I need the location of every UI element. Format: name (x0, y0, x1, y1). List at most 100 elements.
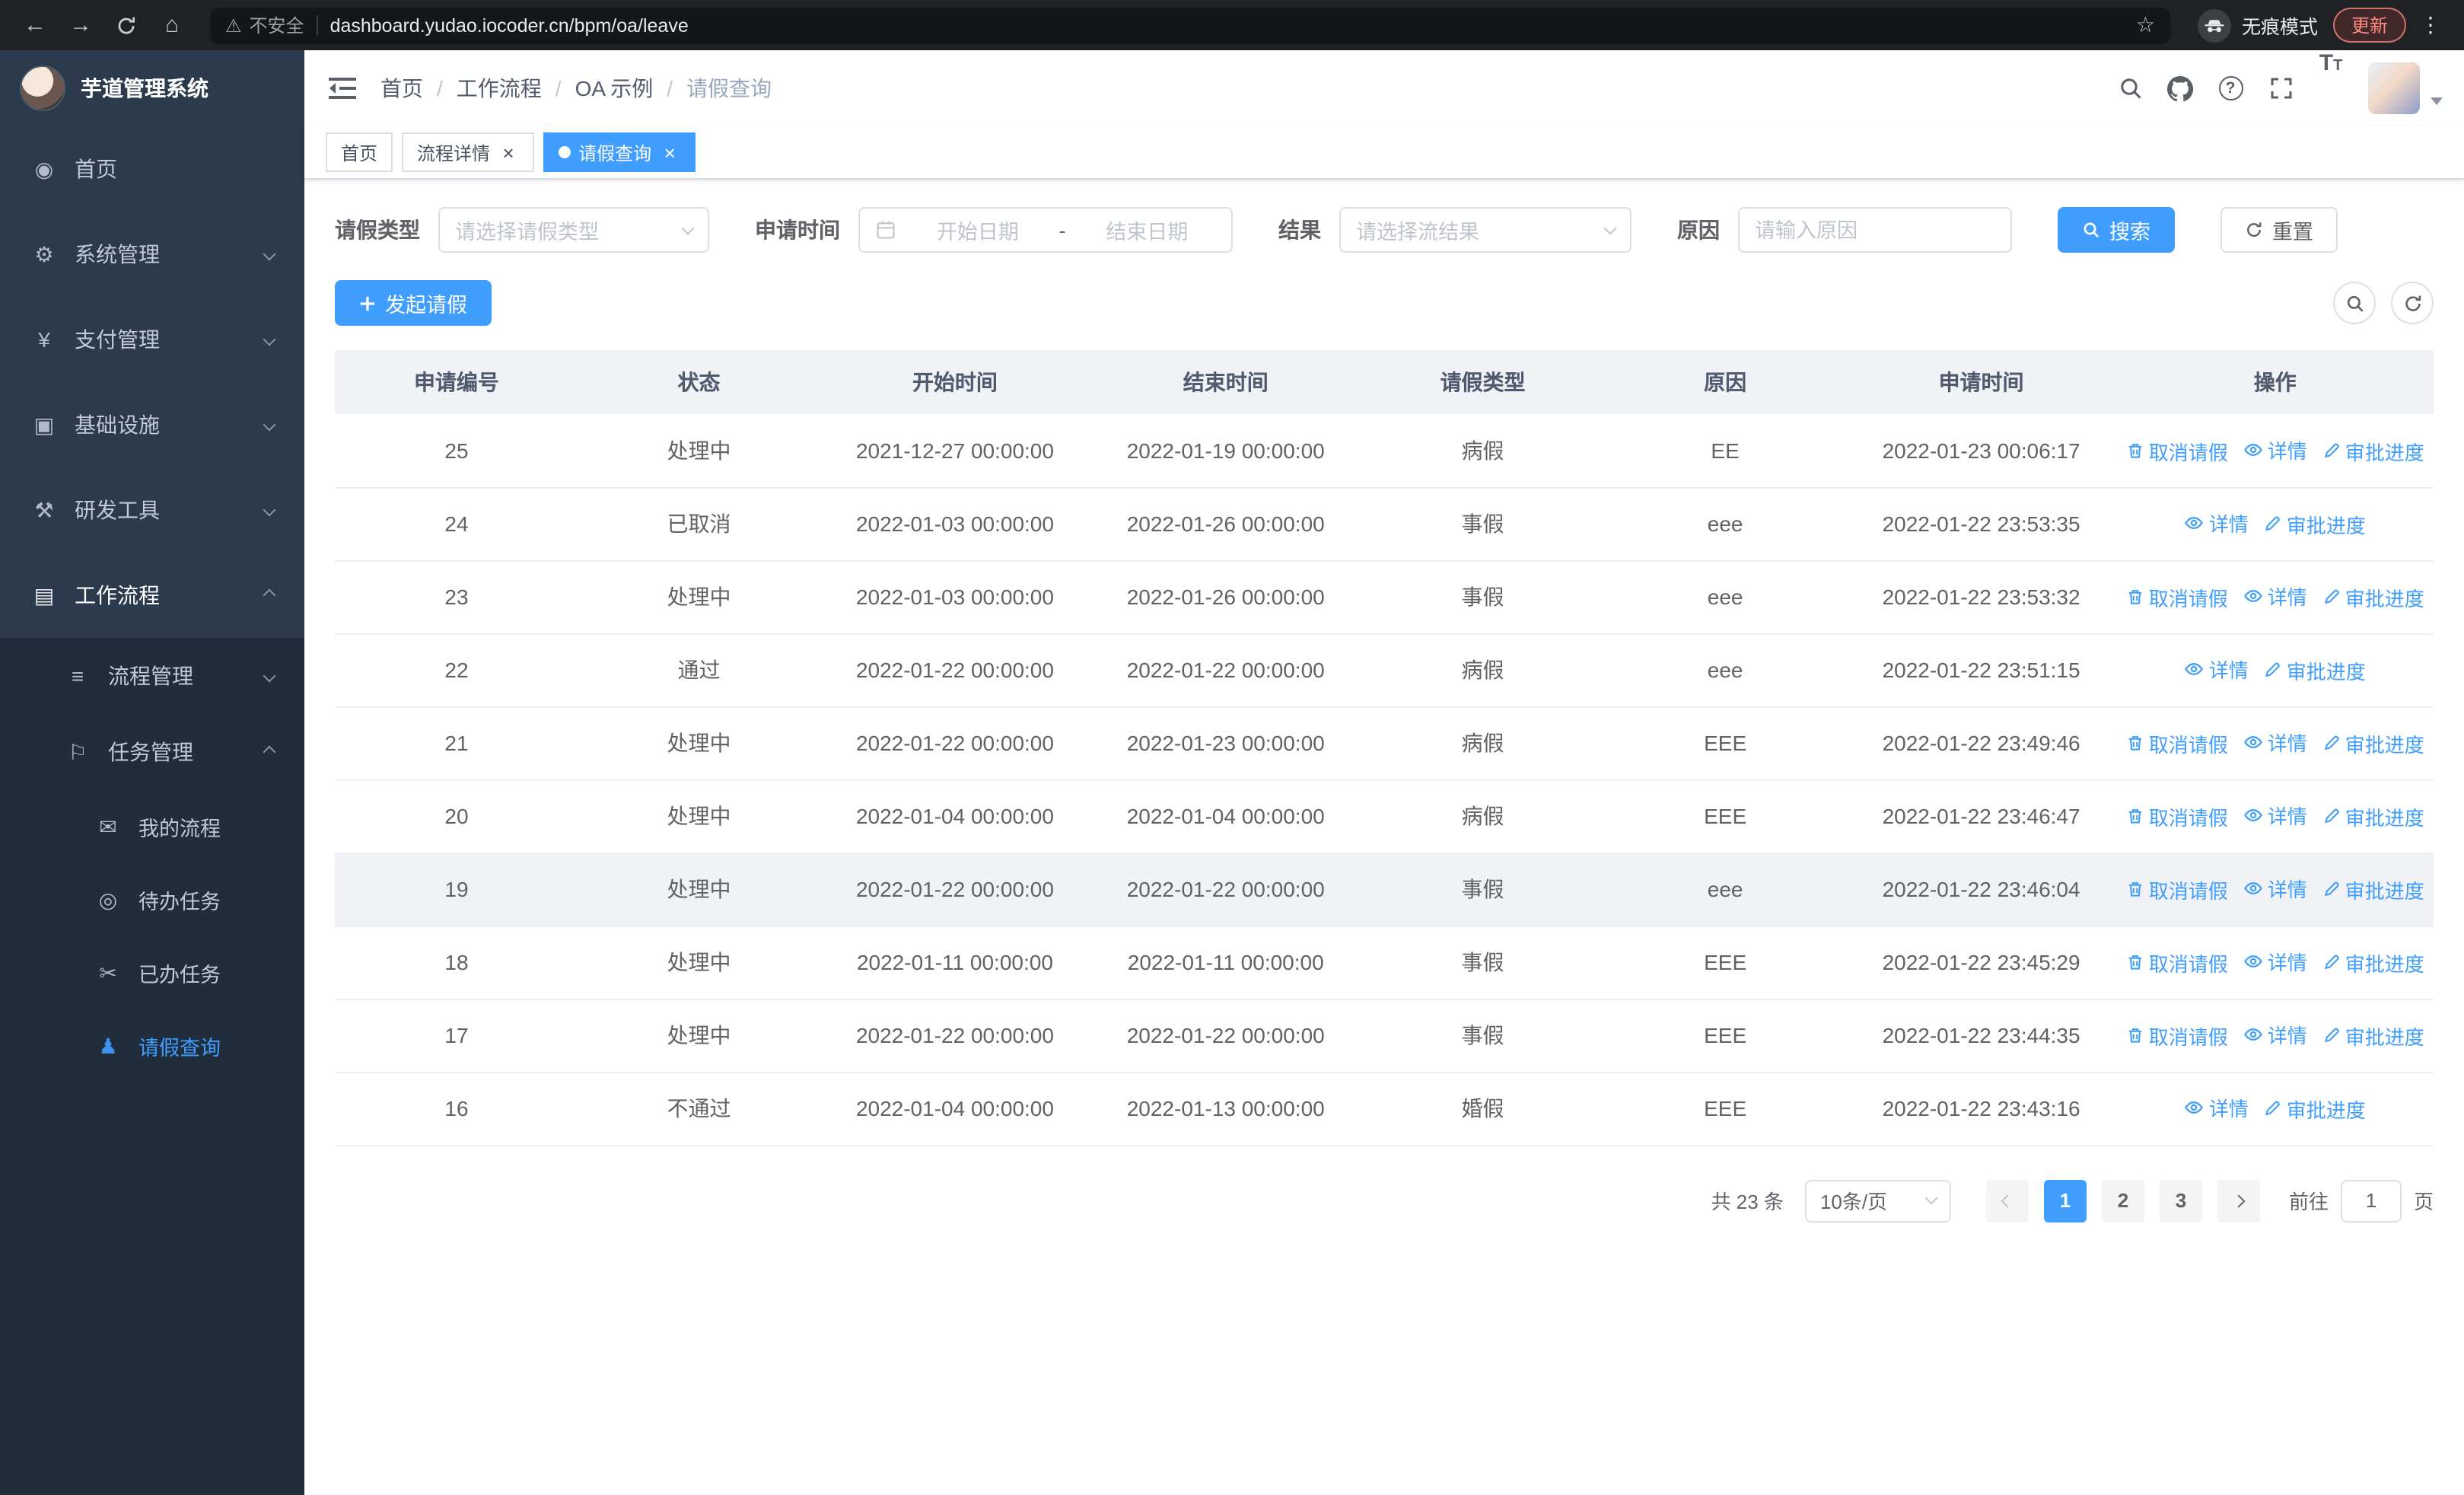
page-button-1[interactable]: 1 (2043, 1179, 2087, 1222)
tab-0[interactable]: 首页 (326, 132, 393, 172)
prev-page-button[interactable] (1985, 1179, 2029, 1222)
action-progress[interactable]: 审批进度 (2322, 583, 2424, 612)
sidebar-item-todo-tasks[interactable]: ◎ 待办任务 (0, 863, 304, 936)
action-detail[interactable]: 详情 (2243, 875, 2307, 904)
back-icon[interactable]: ← (15, 5, 55, 45)
action-progress[interactable]: 审批进度 (2264, 656, 2366, 685)
action-progress[interactable]: 审批进度 (2264, 510, 2366, 539)
sidebar-item-leave-query[interactable]: ♟ 请假查询 (0, 1009, 304, 1082)
collapse-sidebar-icon[interactable] (304, 50, 380, 126)
avatar-dropdown-caret-icon[interactable] (2431, 97, 2443, 104)
tab-2[interactable]: 请假查询 × (543, 132, 696, 172)
close-icon[interactable]: × (659, 142, 680, 163)
action-detail[interactable]: 详情 (2243, 802, 2307, 830)
address-bar[interactable]: ⚠ 不安全 dashboard.yudao.iocoder.cn/bpm/oa/l… (210, 7, 2170, 43)
action-progress[interactable]: 审批进度 (2322, 875, 2424, 904)
close-icon[interactable]: × (498, 142, 519, 163)
toggle-search-icon[interactable] (2333, 282, 2376, 324)
action-progress[interactable]: 审批进度 (2264, 1095, 2366, 1124)
chevron-down-icon (263, 503, 276, 517)
action-cancel[interactable]: 取消请假 (2126, 875, 2228, 904)
breadcrumb-item[interactable]: 工作流程 (457, 73, 542, 104)
browser-menu-icon[interactable]: ⋮ (2412, 12, 2449, 38)
sidebar-item-label: 任务管理 (108, 740, 193, 764)
action-progress[interactable]: 审批进度 (2322, 729, 2424, 758)
next-page-button[interactable] (2217, 1179, 2260, 1222)
action-progress[interactable]: 审批进度 (2322, 802, 2424, 831)
action-cancel[interactable]: 取消请假 (2126, 436, 2228, 465)
refresh-table-icon[interactable] (2391, 282, 2434, 324)
sidebar-item-devtools[interactable]: ⚒ 研发工具 (0, 467, 304, 553)
action-cancel[interactable]: 取消请假 (2126, 729, 2228, 758)
github-icon[interactable] (2155, 50, 2205, 126)
action-detail[interactable]: 详情 (2185, 1094, 2249, 1123)
sidebar-item-infra[interactable]: ▣ 基础设施 (0, 382, 304, 467)
tab-1[interactable]: 流程详情 × (402, 132, 535, 172)
action-progress[interactable]: 审批进度 (2322, 436, 2424, 465)
search-button-label: 搜索 (2109, 221, 2150, 244)
navbar: 首页 / 工作流程 / OA 示例 / 请假查询 ? TT (304, 50, 2464, 126)
action-detail[interactable]: 详情 (2243, 948, 2307, 977)
action-detail[interactable]: 详情 (2243, 435, 2307, 464)
forward-icon[interactable]: → (61, 5, 100, 45)
action-cancel[interactable]: 取消请假 (2126, 948, 2228, 977)
cell-actions: 取消请假 详情 审批进度 (2116, 853, 2434, 926)
view-icon (2185, 1098, 2205, 1118)
page-size-select[interactable]: 10条/页 (1804, 1179, 1951, 1222)
leave-type-select[interactable]: 请选择请假类型 (438, 207, 709, 253)
result-select[interactable]: 请选择流结果 (1339, 207, 1632, 253)
user-avatar[interactable] (2368, 62, 2420, 114)
reason-input[interactable] (1738, 207, 2012, 253)
sidebar-item-my-process[interactable]: ✉ 我的流程 (0, 790, 304, 863)
goto-page-input[interactable] (2340, 1179, 2402, 1222)
sidebar-item-done-tasks[interactable]: ✂ 已办任务 (0, 936, 304, 1009)
search-icon[interactable] (2105, 50, 2155, 126)
action-cancel[interactable]: 取消请假 (2126, 1022, 2228, 1050)
sidebar-item-home[interactable]: ◉ 首页 (0, 126, 304, 212)
create-leave-button[interactable]: 发起请假 (335, 280, 492, 326)
action-detail[interactable]: 详情 (2185, 655, 2249, 684)
home-icon[interactable]: ⌂ (152, 5, 192, 45)
action-detail[interactable]: 详情 (2243, 582, 2307, 611)
breadcrumb-item[interactable]: 首页 (380, 73, 423, 104)
action-progress[interactable]: 审批进度 (2322, 948, 2424, 977)
app-title: 芋道管理系统 (81, 76, 209, 100)
edit-icon (2322, 735, 2341, 753)
cell-end: 2022-01-26 00:00:00 (1090, 560, 1361, 634)
action-cancel[interactable]: 取消请假 (2126, 583, 2228, 612)
sidebar-item-payment[interactable]: ¥ 支付管理 (0, 297, 304, 382)
goto-label: 前往 (2288, 1191, 2329, 1213)
breadcrumb-item[interactable]: OA 示例 (575, 73, 654, 104)
trash-icon (2126, 954, 2144, 972)
cell-type: 事假 (1361, 999, 1605, 1073)
page-button-2[interactable]: 2 (2101, 1179, 2144, 1222)
sidebar-item-system[interactable]: ⚙ 系统管理 (0, 212, 304, 297)
bookmark-star-icon[interactable]: ☆ (2136, 12, 2155, 38)
action-cancel[interactable]: 取消请假 (2126, 802, 2228, 831)
column-header: 请假类型 (1361, 350, 1605, 414)
sidebar-item-task-mgmt[interactable]: ⚐ 任务管理 (0, 714, 304, 790)
reset-button[interactable]: 重置 (2220, 207, 2338, 253)
security-warning[interactable]: ⚠ 不安全 (225, 12, 304, 38)
help-icon[interactable]: ? (2205, 50, 2255, 126)
sidebar-item-workflow[interactable]: ▤ 工作流程 (0, 553, 304, 638)
action-detail[interactable]: 详情 (2243, 728, 2307, 757)
page-button-3[interactable]: 3 (2159, 1179, 2202, 1222)
font-size-icon[interactable]: TT (2306, 50, 2356, 126)
cell-id: 16 (335, 1072, 578, 1146)
cell-id: 22 (335, 633, 578, 707)
date-range-picker[interactable]: 开始日期 - 结束日期 (858, 207, 1233, 253)
cell-end: 2022-01-23 00:00:00 (1090, 706, 1361, 780)
briefcase-icon: ▤ (33, 582, 55, 607)
sidebar-item-process-mgmt[interactable]: ≡ 流程管理 (0, 638, 304, 714)
action-detail[interactable]: 详情 (2243, 1021, 2307, 1050)
navbar-actions: ? TT (2105, 50, 2464, 126)
update-chip[interactable]: 更新 (2332, 8, 2406, 43)
reload-icon[interactable] (107, 5, 146, 45)
action-progress[interactable]: 审批进度 (2322, 1022, 2424, 1050)
action-detail[interactable]: 详情 (2185, 509, 2249, 538)
fullscreen-icon[interactable] (2255, 50, 2306, 126)
trash-icon (2126, 735, 2144, 753)
search-button[interactable]: 搜索 (2058, 207, 2175, 253)
app-logo[interactable]: 芋道管理系统 (0, 50, 304, 126)
